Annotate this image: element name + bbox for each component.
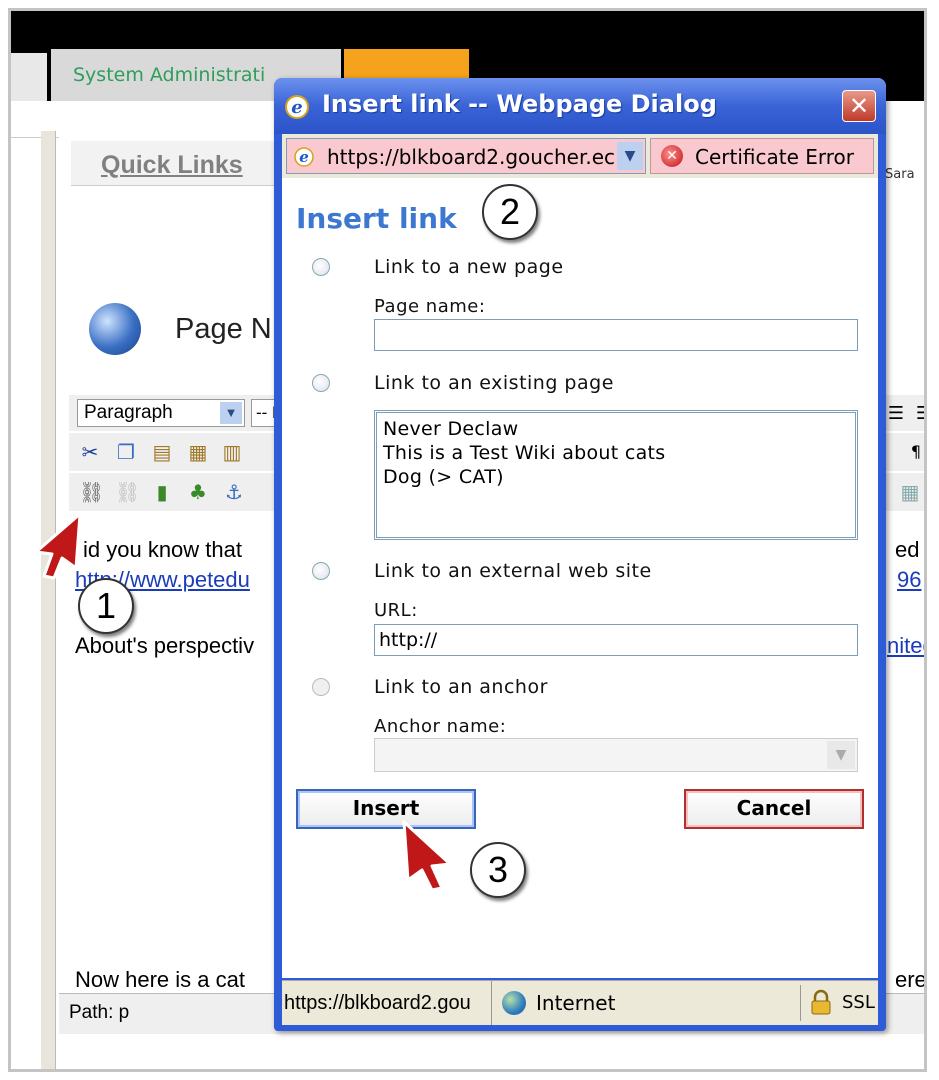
link-icon[interactable]: ⛓: [79, 481, 104, 503]
ie-logo-icon: e: [285, 95, 309, 119]
align-justify-icon[interactable]: ☰: [913, 403, 924, 425]
certificate-error-button[interactable]: ✕ Certificate Error: [650, 138, 874, 174]
cut-icon[interactable]: ✂: [79, 441, 101, 463]
status-url: https://blkboard2.gou: [282, 981, 492, 1025]
paragraph-mark-icon[interactable]: ¶: [905, 441, 924, 463]
table-icon[interactable]: ▦: [899, 481, 921, 503]
path-label: Path: p: [69, 1002, 130, 1023]
quick-links-label[interactable]: Quick Links: [101, 151, 243, 180]
page-name-input[interactable]: [374, 319, 858, 351]
align-right-icon[interactable]: ☰: [885, 403, 907, 425]
dialog-heading: Insert link: [296, 202, 457, 235]
radio-external-site[interactable]: [312, 562, 330, 580]
svg-text:e: e: [291, 97, 302, 118]
list-item[interactable]: Dog (> CAT): [383, 465, 849, 489]
existing-pages-list[interactable]: Never Declaw This is a Test Wiki about c…: [374, 410, 858, 540]
close-button[interactable]: ✕: [842, 90, 876, 122]
step-number-3: 3: [470, 842, 526, 898]
status-zone: Internet: [536, 991, 616, 1015]
option-external-site-label[interactable]: Link to an external web site: [374, 560, 652, 582]
body-text-line-1: id you know that: [83, 537, 242, 562]
paste-text-icon[interactable]: ▦: [187, 441, 209, 463]
body-text-line-3: Now here is a cat: [75, 967, 245, 991]
insert-image-icon[interactable]: ♣: [187, 481, 209, 503]
cursor-arrow-icon: [402, 820, 452, 892]
lock-icon[interactable]: [810, 989, 832, 1015]
ie-page-icon: e: [294, 147, 314, 167]
list-item[interactable]: Never Declaw: [383, 417, 849, 441]
copy-icon[interactable]: ❐: [115, 441, 137, 463]
unlink-icon: ⛓: [115, 480, 141, 504]
list-item[interactable]: This is a Test Wiki about cats: [383, 441, 849, 465]
tab-previous[interactable]: [11, 53, 47, 101]
ssl-label: SSL: [842, 992, 875, 1013]
page-name-label: Page name:: [374, 296, 486, 317]
radio-anchor[interactable]: [312, 678, 330, 696]
option-anchor-label[interactable]: Link to an anchor: [374, 676, 548, 698]
paste-icon[interactable]: ▤: [151, 441, 173, 463]
body-text-line-2: About's perspectiv: [75, 633, 255, 658]
body-link-1-right[interactable]: 96: [897, 567, 921, 593]
chevron-down-icon[interactable]: ▼: [617, 142, 643, 170]
user-name: Sara: [885, 167, 915, 182]
anchor-icon[interactable]: ⚓: [223, 481, 245, 503]
anchor-name-label: Anchor name:: [374, 716, 507, 737]
cancel-button[interactable]: Cancel: [684, 789, 864, 829]
svg-text:e: e: [299, 148, 309, 166]
chevron-down-icon[interactable]: ▼: [220, 402, 242, 424]
dialog-status-bar: https://blkboard2.gou Internet SSL: [282, 980, 878, 1025]
certificate-error-label: Certificate Error: [695, 145, 854, 169]
radio-existing-page[interactable]: [312, 374, 330, 392]
url-label: URL:: [374, 600, 418, 621]
globe-icon: [89, 303, 141, 355]
insert-link-dialog: e Insert link -- Webpage Dialog ✕ e http…: [274, 78, 886, 1031]
cursor-arrow-icon: [34, 512, 82, 580]
paste-word-icon[interactable]: ▥: [221, 441, 243, 463]
dialog-body: Insert link Link to a new page Page name…: [282, 178, 878, 978]
body-text-line-3-right: ere: [895, 967, 927, 991]
left-column-border: [41, 131, 56, 1069]
format-select[interactable]: Paragraph ▼: [77, 399, 245, 427]
step-number-1: 1: [78, 578, 134, 634]
page-title: Page N: [175, 313, 272, 345]
error-shield-icon: ✕: [661, 145, 683, 167]
radio-new-page[interactable]: [312, 258, 330, 276]
anchor-name-select: ▼: [374, 738, 858, 772]
option-existing-page-label[interactable]: Link to an existing page: [374, 372, 614, 394]
address-bar: e https://blkboard2.goucher.ec ▼ ✕ Certi…: [282, 134, 878, 178]
chevron-down-icon: ▼: [827, 741, 855, 769]
internet-zone-icon: [502, 991, 526, 1015]
status-divider: [800, 985, 801, 1021]
body-link-2-right[interactable]: nited: [887, 633, 924, 659]
address-url: https://blkboard2.goucher.ec: [327, 145, 615, 169]
body-text-line-1-right: ed th: [895, 537, 924, 562]
option-new-page-label[interactable]: Link to a new page: [374, 256, 564, 278]
format-select-value: Paragraph: [84, 402, 173, 423]
dialog-title-bar[interactable]: e Insert link -- Webpage Dialog ✕: [274, 78, 886, 134]
insert-file-icon[interactable]: ▮: [151, 481, 173, 503]
url-input[interactable]: http://: [374, 624, 858, 656]
dialog-title: Insert link -- Webpage Dialog: [322, 90, 717, 118]
step-number-2: 2: [482, 184, 538, 240]
address-field[interactable]: e https://blkboard2.goucher.ec ▼: [286, 138, 646, 174]
